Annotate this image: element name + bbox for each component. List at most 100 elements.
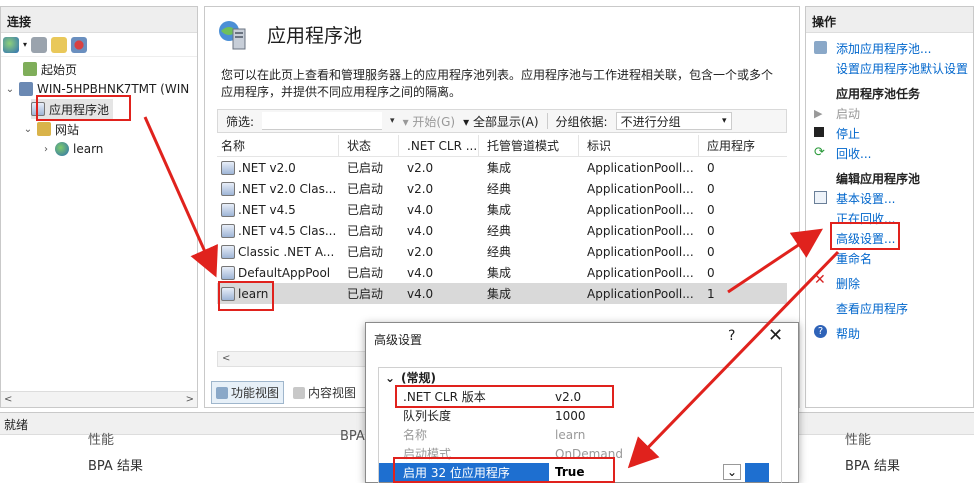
page-title: 应用程序池 <box>267 25 363 47</box>
add-pool-icon <box>814 41 827 54</box>
tree-item-sites[interactable]: ⌄ 网站 <box>23 119 79 139</box>
show-all-button[interactable]: ▾ 全部显示(A) <box>463 113 538 130</box>
table-cell-status: 已启动 <box>347 224 384 238</box>
table-row[interactable]: .NET v2.0 已启动 v2.0 集成 ApplicationPooll... 0 <box>217 157 787 178</box>
dropdown-icon[interactable]: ⌄ <box>722 464 741 480</box>
table-cell-identity: ApplicationPooll... <box>587 181 694 196</box>
table-row[interactable]: .NET v4.5 Clas... 已启动 v4.0 经典 ApplicationPoo… <box>217 220 787 241</box>
table-cell-identity: ApplicationPooll... <box>587 244 694 259</box>
column-header-identity[interactable]: 标识 <box>579 134 699 157</box>
property-row-name[interactable]: 名称 learn <box>379 425 769 444</box>
dialog-help-button[interactable]: ? <box>728 328 735 344</box>
server-icon <box>19 82 33 96</box>
table-cell-name: DefaultAppPool <box>217 265 339 280</box>
table-row[interactable]: DefaultAppPool 已启动 v4.0 集成 ApplicationPooll.… <box>217 262 787 283</box>
tab-features-view[interactable]: 功能视图 <box>211 381 285 404</box>
table-cell-apps: 0 <box>707 181 715 196</box>
table-cell-apps: 0 <box>707 223 715 238</box>
app-pool-icon <box>221 265 235 280</box>
actions-header: 操作 <box>806 7 973 33</box>
help-link[interactable]: 帮助 <box>836 325 860 342</box>
bpa-result-2: BPA 结果 <box>845 459 900 474</box>
add-app-pool-link[interactable]: 添加应用程序池... <box>836 40 931 57</box>
filter-dropdown-icon[interactable]: ▾ <box>390 116 395 126</box>
scroll-left-icon[interactable]: < <box>222 353 230 364</box>
delete-link[interactable]: 删除 <box>836 275 860 292</box>
start-link[interactable]: 启动 <box>836 105 860 122</box>
table-row[interactable]: Classic .NET A... 已启动 v2.0 经典 ApplicationPoo… <box>217 241 787 262</box>
table-cell-pipeline: 经典 <box>487 182 512 196</box>
scroll-left-icon[interactable]: < <box>4 394 12 405</box>
actions-panel: 操作 添加应用程序池... 设置应用程序池默认设置 应用程序池任务 ▶ 启动 停… <box>805 6 974 408</box>
scroll-right-icon[interactable]: > <box>186 394 194 405</box>
property-row-queue-length[interactable]: 队列长度 1000 <box>379 406 769 425</box>
edit-pool-heading: 编辑应用程序池 <box>836 172 921 186</box>
save-icon[interactable] <box>31 36 48 53</box>
column-header-pipeline[interactable]: 托管管道模式 <box>479 134 579 157</box>
filter-input[interactable] <box>262 112 383 130</box>
table-cell-status: 已启动 <box>347 245 384 259</box>
bpa-label-partial: BPA <box>340 429 365 444</box>
table-cell-identity: ApplicationPooll... <box>587 286 694 301</box>
dialog-title: 高级设置 <box>374 333 423 347</box>
tree-label: learn <box>73 142 104 156</box>
table-cell-identity: ApplicationPooll... <box>587 202 694 217</box>
folder-up-icon[interactable] <box>51 36 68 53</box>
connections-panel: 连接 ▾ 起始页 ⌄ WIN-5HPBHNK7TMT (WIN 应用程序池 ⌄ … <box>0 6 198 408</box>
pool-tasks-heading: 应用程序池任务 <box>836 87 921 101</box>
table-cell-apps: 0 <box>707 244 715 259</box>
table-cell-pipeline: 集成 <box>487 266 512 280</box>
rename-link[interactable]: 重命名 <box>836 250 872 267</box>
help-icon: ? <box>814 325 827 338</box>
app-pools-title-icon <box>219 21 246 50</box>
view-applications-link[interactable]: 查看应用程序 <box>836 300 908 317</box>
column-header-apps[interactable]: 应用程序 <box>699 135 787 157</box>
table-row[interactable]: .NET v2.0 Clas... 已启动 v2.0 经典 ApplicationPoo… <box>217 178 787 199</box>
filter-bar: 筛选: ▾ ▾ 开始(G) ▾ 全部显示(A) 分组依据: 不进行分组 ▾ <box>217 109 787 133</box>
annotation-box-clr-version <box>395 385 614 408</box>
page-description: 您可以在此页上查看和管理服务器上的应用程序池列表。应用程序池与工作进程相关联，包… <box>221 68 774 99</box>
group-by-select[interactable]: 不进行分组 ▾ <box>615 112 732 130</box>
connections-hscrollbar[interactable]: < > <box>1 391 197 407</box>
table-cell-clr: v4.0 <box>407 202 434 217</box>
set-pool-defaults-link[interactable]: 设置应用程序池默认设置 <box>836 60 968 77</box>
table-cell-identity: ApplicationPooll... <box>587 223 694 238</box>
globe-connect-icon[interactable] <box>3 36 19 53</box>
table-cell-name: .NET v2.0 Clas... <box>217 181 339 196</box>
chevron-down-icon[interactable]: ⌄ <box>23 124 33 135</box>
disconnect-icon[interactable] <box>71 36 88 53</box>
recycle-link[interactable]: 回收... <box>836 145 871 162</box>
chevron-right-icon[interactable]: › <box>41 144 51 155</box>
basic-settings-icon <box>814 191 827 204</box>
column-header-name[interactable]: 名称 <box>217 134 339 157</box>
app-pool-icon <box>221 244 235 259</box>
start-filter-button[interactable]: ▾ 开始(G) <box>403 113 456 130</box>
toolbar-separator <box>546 113 548 129</box>
table-row[interactable]: .NET v4.5 已启动 v4.0 集成 ApplicationPooll... 0 <box>217 199 787 220</box>
table-cell-pipeline: 集成 <box>487 161 512 175</box>
annotation-box-learn-row <box>218 281 274 311</box>
table-cell-name: .NET v2.0 <box>217 160 339 175</box>
tab-content-view[interactable]: 内容视图 <box>288 381 361 404</box>
chevron-down-icon[interactable]: ⌄ <box>379 371 401 385</box>
table-cell-status: 已启动 <box>347 287 384 301</box>
dropdown-arrow-icon[interactable]: ▾ <box>23 40 27 49</box>
column-header-clr[interactable]: .NET CLR ... <box>399 134 479 157</box>
table-row[interactable]: learn 已启动 v4.0 集成 ApplicationPooll... 1 <box>217 283 787 304</box>
tree-item-start-page[interactable]: 起始页 <box>9 59 77 79</box>
chevron-down-icon[interactable]: ⌄ <box>5 84 15 95</box>
table-cell-status: 已启动 <box>347 266 384 280</box>
column-header-status[interactable]: 状态 <box>339 134 399 157</box>
dialog-close-button[interactable]: ✕ <box>768 325 783 346</box>
connections-header: 连接 <box>1 7 197 33</box>
globe-icon <box>55 142 69 156</box>
table-cell-apps: 0 <box>707 160 715 175</box>
perf-label-1: 性能 <box>88 433 115 448</box>
filter-label: 筛选: <box>226 114 255 129</box>
table-cell-clr: v2.0 <box>407 244 434 259</box>
tree-item-learn[interactable]: › learn <box>41 139 103 159</box>
table-cell-apps: 0 <box>707 202 715 217</box>
tree-label: 起始页 <box>41 62 78 77</box>
basic-settings-link[interactable]: 基本设置... <box>836 190 895 207</box>
stop-link[interactable]: 停止 <box>836 125 860 142</box>
